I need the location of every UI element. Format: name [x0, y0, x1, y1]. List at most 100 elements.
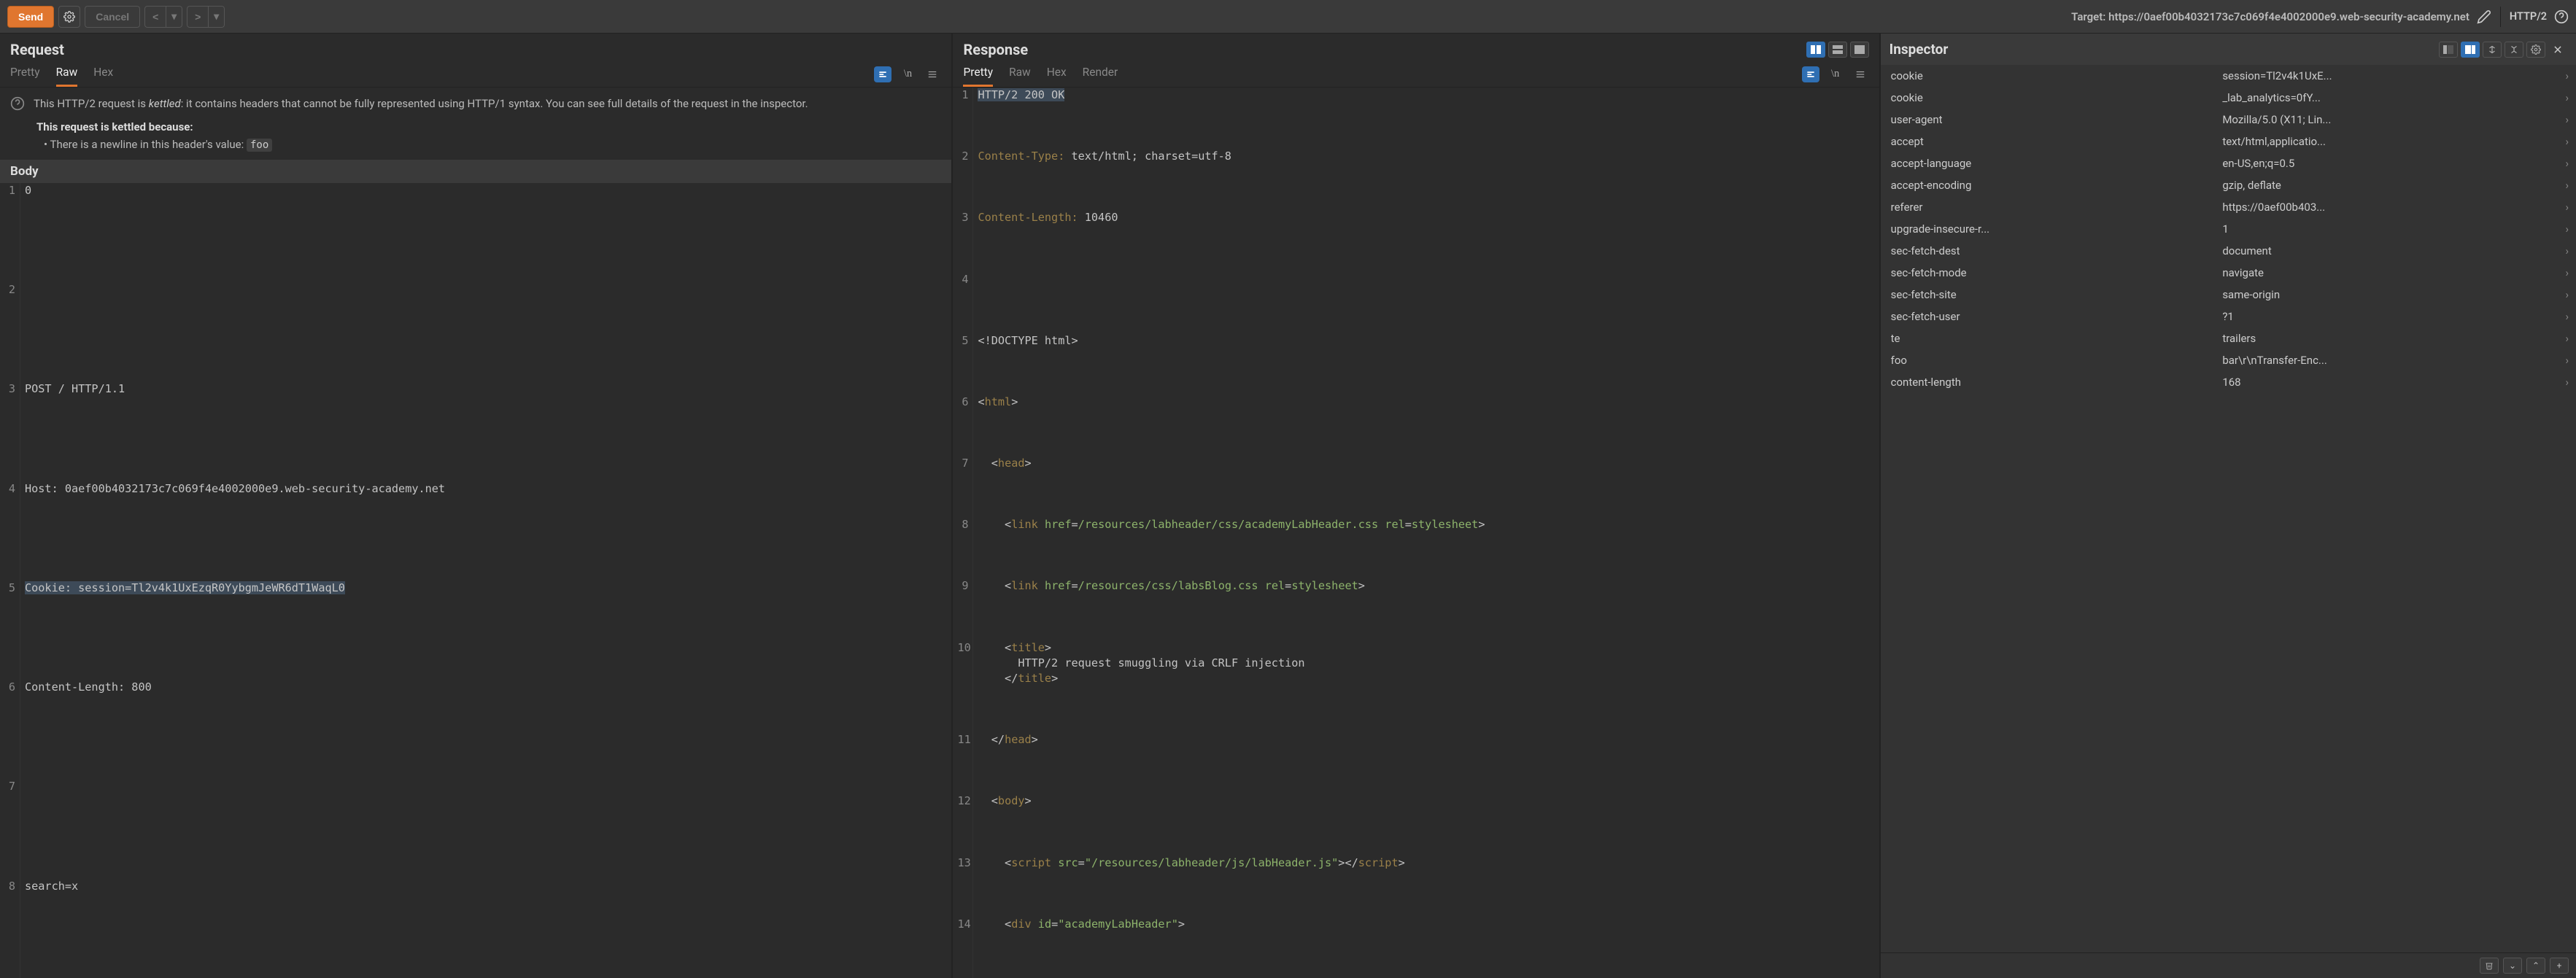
chevron-left-icon: <	[152, 11, 158, 23]
newline-toggle[interactable]: \n	[899, 66, 916, 82]
inspector-row[interactable]: user-agentMozilla/5.0 (X11; Lin...›	[1881, 109, 2576, 131]
inspector-key: content-length	[1891, 376, 2223, 389]
history-forward-button[interactable]: >	[187, 6, 209, 28]
inspector-row[interactable]: sec-fetch-user?1›	[1881, 306, 2576, 327]
help-button[interactable]	[2554, 9, 2569, 24]
request-actions-button[interactable]	[874, 66, 891, 82]
inspector-delete-button[interactable]	[2480, 958, 2499, 974]
inspector-close-button[interactable]	[2548, 42, 2567, 58]
layout-columns-button[interactable]	[1806, 42, 1825, 58]
inspector-value: same-origin	[2222, 288, 2554, 301]
kettled-reason: • There is a newline in this header's va…	[0, 135, 951, 160]
send-button[interactable]: Send	[7, 6, 54, 28]
inspector-expand-button[interactable]	[2483, 42, 2502, 58]
inspector-row[interactable]: tetrailers›	[1881, 327, 2576, 349]
chevron-right-icon: ›	[2554, 244, 2569, 257]
inspector-value: document	[2222, 244, 2554, 257]
inspector-down-button[interactable]: ⌄	[2503, 958, 2522, 974]
caret-down-icon: ▾	[171, 10, 177, 23]
inspector-key: referer	[1891, 201, 2223, 214]
inspector-row[interactable]: refererhttps://0aef00b403...›	[1881, 196, 2576, 218]
chevron-right-icon: ›	[2554, 113, 2569, 126]
request-tabs: Pretty Raw Hex \n	[0, 58, 951, 88]
request-title: Request	[10, 41, 64, 58]
inspector-settings-button[interactable]	[2526, 42, 2545, 58]
inspector-row[interactable]: cookiesession=Tl2v4k1UxE...›	[1881, 65, 2576, 87]
inspector-value: Mozilla/5.0 (X11; Lin...	[2222, 113, 2554, 126]
tab-hex[interactable]: Hex	[93, 66, 113, 87]
inspector-row[interactable]: sec-fetch-sitesame-origin›	[1881, 284, 2576, 306]
inspector-value: bar\r\nTransfer-Enc...	[2222, 354, 2554, 367]
chevron-right-icon: ›	[2554, 91, 2569, 104]
hamburger-icon	[1855, 69, 1865, 79]
chevron-right-icon: ›	[2554, 222, 2569, 236]
response-menu-button[interactable]	[1852, 66, 1869, 82]
tab-pretty[interactable]: Pretty	[10, 66, 40, 87]
inspector-row[interactable]: upgrade-insecure-r...1›	[1881, 218, 2576, 240]
request-body-editor[interactable]: 102 3POST / HTTP/1.14Host: 0aef00b403217…	[0, 183, 951, 978]
history-forward-group: > ▾	[187, 6, 225, 28]
inspector-row[interactable]: sec-fetch-destdocument›	[1881, 240, 2576, 262]
inspector-collapse-button[interactable]	[2505, 42, 2523, 58]
inspector-row[interactable]: accept-encodinggzip, deflate›	[1881, 174, 2576, 196]
history-back-button[interactable]: <	[144, 6, 166, 28]
lines-icon	[1806, 69, 1816, 79]
inspector-key: accept	[1891, 135, 2223, 148]
inspector-row[interactable]: accepttext/html,applicatio...›	[1881, 131, 2576, 152]
columns-icon	[1811, 45, 1821, 54]
response-actions-button[interactable]	[1802, 66, 1819, 82]
response-title: Response	[963, 41, 1028, 58]
request-menu-button[interactable]	[924, 66, 941, 82]
edit-target-button[interactable]	[2477, 9, 2491, 24]
inspector-value: https://0aef00b403...	[2222, 201, 2554, 214]
history-back-menu[interactable]: ▾	[166, 6, 182, 28]
chevron-right-icon: ›	[2554, 69, 2569, 82]
tab-render[interactable]: Render	[1083, 66, 1118, 87]
inspector-row[interactable]: content-length168›	[1881, 371, 2576, 393]
inspector-row[interactable]: accept-languageen-US,en;q=0.5›	[1881, 152, 2576, 174]
target-display: Target: https://0aef00b4032173c7c069f4e4…	[2071, 9, 2491, 24]
help-icon	[2554, 9, 2569, 24]
response-panel: Response Pretty Raw Hex Render \n	[953, 34, 1880, 978]
inspector-add-button[interactable]: +	[2550, 958, 2569, 974]
tab-raw[interactable]: Raw	[1009, 66, 1031, 87]
settings-button[interactable]	[58, 6, 80, 28]
tab-raw[interactable]: Raw	[56, 66, 78, 87]
chevron-right-icon: ›	[2554, 354, 2569, 367]
history-forward-menu[interactable]: ▾	[209, 6, 225, 28]
inspector-layout-left[interactable]	[2439, 42, 2458, 58]
body-section-title: Body	[0, 160, 951, 183]
inspector-key: sec-fetch-user	[1891, 310, 2223, 323]
response-viewer[interactable]: 1HTTP/2 200 OK2Content-Type: text/html; …	[953, 88, 1879, 978]
kettled-notice-text: This HTTP/2 request is kettled: it conta…	[34, 96, 808, 112]
layout-rows-button[interactable]	[1828, 42, 1847, 58]
inspector-up-button[interactable]: ⌃	[2526, 958, 2545, 974]
kettled-notice: This HTTP/2 request is kettled: it conta…	[0, 88, 951, 116]
newline-toggle[interactable]: \n	[1827, 66, 1844, 82]
panel-left-icon	[2443, 45, 2453, 54]
chevron-right-icon: ›	[2554, 310, 2569, 323]
tab-pretty[interactable]: Pretty	[963, 66, 993, 87]
inspector-row[interactable]: cookie_lab_analytics=0fY...›	[1881, 87, 2576, 109]
cancel-button[interactable]: Cancel	[85, 6, 140, 28]
inspector-value: session=Tl2v4k1UxE...	[2222, 69, 2554, 82]
inspector-key: te	[1891, 332, 2223, 345]
kettled-because-label: This request is kettled because:	[0, 116, 951, 135]
chevron-right-icon: ›	[2554, 332, 2569, 345]
inspector-layout-right[interactable]	[2461, 42, 2480, 58]
gear-icon	[2531, 44, 2541, 55]
layout-toggle-group	[1806, 42, 1869, 58]
rows-icon	[1833, 45, 1843, 54]
chevron-right-icon: ›	[2554, 201, 2569, 214]
inspector-value: text/html,applicatio...	[2222, 135, 2554, 148]
tab-hex[interactable]: Hex	[1047, 66, 1067, 87]
inspector-value: ?1	[2222, 310, 2554, 323]
inspector-row[interactable]: sec-fetch-modenavigate›	[1881, 262, 2576, 284]
inspector-panel: Inspector	[1881, 34, 2576, 978]
layout-single-button[interactable]	[1850, 42, 1869, 58]
http-version-label[interactable]: HTTP/2	[2510, 10, 2547, 23]
inspector-row[interactable]: foobar\r\nTransfer-Enc...›	[1881, 349, 2576, 371]
inspector-value: 1	[2222, 222, 2554, 236]
chevron-right-icon: ›	[2554, 135, 2569, 148]
lines-icon	[878, 69, 888, 79]
